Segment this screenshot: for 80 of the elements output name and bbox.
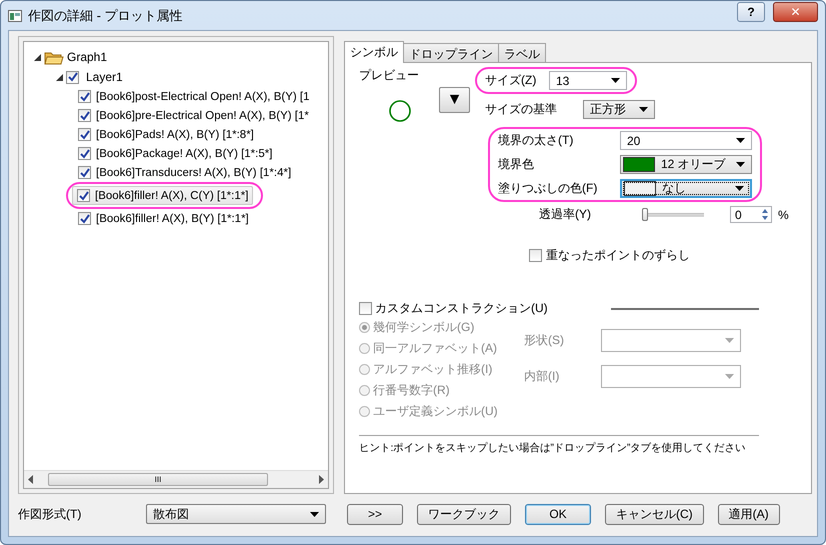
radio-label: 幾何学シンボル(G) (373, 319, 474, 336)
setting-label: 境界色 (498, 156, 535, 173)
field-label: 形状(S) (524, 332, 565, 349)
collapse-triangle-icon[interactable] (56, 74, 63, 80)
plot-checkbox[interactable] (77, 189, 90, 202)
spinner-arrows-icon[interactable] (759, 207, 771, 222)
plot-checkbox[interactable] (78, 90, 91, 103)
dialog-button[interactable]: 適用(A) (718, 504, 780, 524)
plot-item[interactable]: [Book6]filler! A(X), C(Y) [1*:1*] (72, 186, 254, 205)
scrollbar-thumb[interactable]: III (48, 473, 268, 486)
plot-item[interactable]: [Book6]Package! A(X), B(Y) [1*:5*] (74, 144, 328, 163)
setting-label: 塗りつぶしの色(F) (498, 180, 598, 197)
checkbox[interactable] (359, 302, 372, 315)
horizontal-scrollbar[interactable]: III (24, 470, 328, 488)
radio-button[interactable] (359, 322, 370, 333)
setting-dropdown[interactable]: 正方形 (583, 100, 655, 119)
tree-label[interactable]: Graph1 (67, 50, 108, 64)
preview-label: プレビュー (359, 67, 419, 84)
plot-type-dropdown[interactable]: 散布図 (146, 504, 326, 524)
radio-label: 同一アルファベット(A) (373, 340, 497, 357)
caret-icon (725, 338, 734, 343)
plot-item[interactable]: [Book6]post-Electrical Open! A(X), B(Y) [1 (74, 87, 328, 106)
dialog-button[interactable]: >> (347, 504, 403, 524)
setting-dropdown[interactable]: なし (620, 179, 752, 198)
folder-icon (44, 50, 64, 64)
symbol-preview-icon (389, 100, 411, 122)
caret-icon (735, 186, 744, 191)
percent-label: % (778, 208, 789, 222)
radio-label: 行番号数字(R) (373, 382, 450, 399)
dialog-button[interactable]: OK (525, 504, 591, 524)
plot-checkbox[interactable] (78, 166, 91, 179)
plot-checkbox[interactable] (78, 109, 91, 122)
app-icon (8, 10, 22, 22)
scroll-right-icon[interactable] (318, 475, 325, 484)
tab[interactable]: ラベル (498, 43, 546, 62)
plot-item[interactable]: [Book6]Transducers! A(X), B(Y) [1*:4*] (74, 163, 328, 182)
setting-dropdown[interactable]: 12 オリーブ (620, 155, 752, 174)
caret-icon (725, 374, 734, 379)
plot-item[interactable]: [Book6]Pads! A(X), B(Y) [1*:8*] (74, 125, 328, 144)
help-button[interactable]: ? (737, 2, 765, 22)
scroll-left-icon[interactable] (27, 475, 34, 484)
plot-item[interactable]: [Book6]pre-Electrical Open! A(X), B(Y) [1* (74, 106, 328, 125)
radio-button[interactable] (359, 385, 370, 396)
plot-checkbox[interactable] (78, 212, 91, 225)
setting-dropdown[interactable]: 20 (620, 131, 752, 150)
setting-label: 境界の太さ(T) (498, 132, 574, 149)
radio-button[interactable] (359, 364, 370, 375)
checkbox[interactable] (529, 249, 542, 262)
dialog-button[interactable]: ワークブック (417, 504, 511, 524)
plot-type-label: 作図形式(T) (18, 506, 82, 522)
plot-item[interactable]: [Book6]filler! A(X), B(Y) [1*:1*] (74, 209, 328, 228)
setting-label: サイズ(Z) (485, 72, 538, 89)
radio-button[interactable] (359, 343, 370, 354)
transparency-label: 透過率(Y) (539, 206, 592, 223)
window-title: 作図の詳細 - プロット属性 (28, 6, 184, 24)
checkbox-label: 重なったポイントのずらし (546, 247, 690, 264)
radio-label: ユーザ定義シンボル(U) (373, 403, 498, 420)
plot-checkbox[interactable] (78, 128, 91, 141)
slider-thumb[interactable] (642, 208, 648, 221)
caret-icon (736, 138, 745, 143)
dialog-button[interactable]: キャンセル(C) (605, 504, 704, 524)
radio-label: アルファベット推移(I) (373, 361, 492, 378)
layer-checkbox[interactable] (66, 70, 79, 84)
setting-dropdown[interactable]: 13 (549, 71, 627, 90)
checkbox-label: カスタムコンストラクション(U) (375, 300, 548, 317)
radio-button[interactable] (359, 406, 370, 417)
plot-checkbox[interactable] (78, 147, 91, 160)
caret-icon (611, 78, 620, 83)
tab[interactable]: シンボル (344, 41, 404, 63)
caret-icon (736, 162, 745, 167)
tab[interactable]: ドロップライン (403, 43, 499, 62)
tree-label[interactable]: Layer1 (86, 70, 123, 84)
hint-text: ヒント:ポイントをスキップしたい場合は”ドロップライン”タブを使用してください (359, 441, 746, 455)
field-label: 内部(I) (524, 368, 560, 385)
collapse-triangle-icon[interactable] (34, 54, 41, 60)
caret-icon (310, 512, 319, 516)
transparency-field[interactable]: 0 (730, 206, 772, 223)
setting-label: サイズの基準 (485, 101, 558, 118)
caret-icon (639, 107, 648, 112)
symbol-menu-button[interactable]: ▼ (439, 87, 470, 113)
